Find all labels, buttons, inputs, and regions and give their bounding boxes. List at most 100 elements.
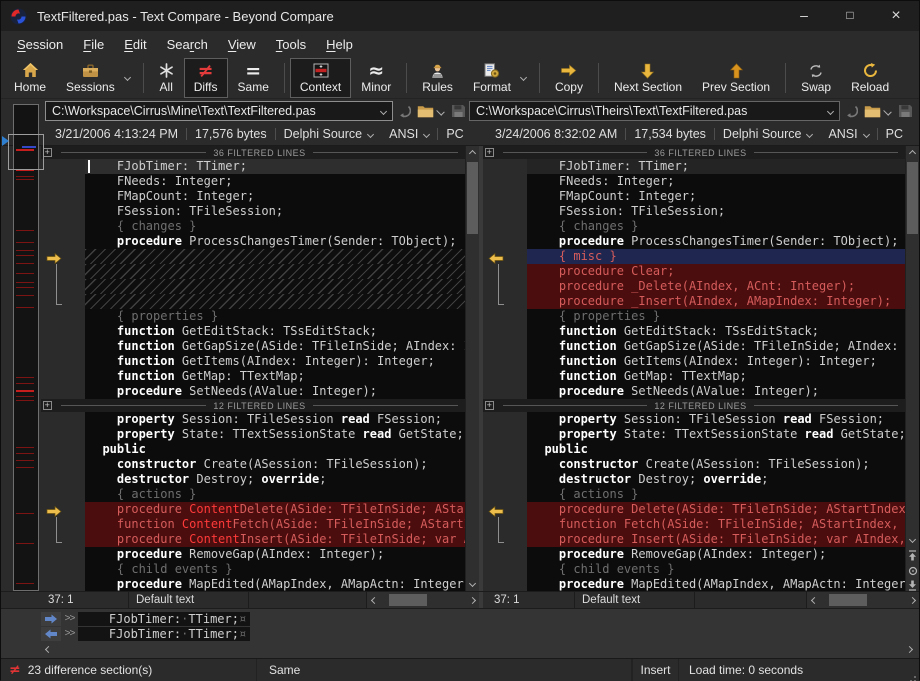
menu-item-file[interactable]: File <box>73 34 114 55</box>
menu-item-edit[interactable]: Edit <box>114 34 156 55</box>
code-line[interactable]: procedure RemoveGap(AIndex: Integer); <box>483 547 905 562</box>
save-left-icon[interactable] <box>448 104 469 118</box>
code-line[interactable]: function Fetch(ASide: TFileInSide; AStar… <box>483 517 905 532</box>
code-line[interactable]: { changes } <box>41 219 465 234</box>
filtered-lines-bar[interactable]: +36 FILTERED LINES <box>483 146 905 159</box>
chevron-down-icon[interactable] <box>436 107 444 115</box>
code-line[interactable]: { actions } <box>41 487 465 502</box>
filtered-lines-bar[interactable]: +12 FILTERED LINES <box>41 399 465 412</box>
right-encoding-dropdown[interactable]: ANSI <box>820 127 876 141</box>
reload-button[interactable]: Reload <box>841 58 899 98</box>
right-vertical-scrollbar[interactable] <box>905 146 919 591</box>
code-line[interactable]: procedure MapEdited(AMapIndex, AMapActn:… <box>41 577 465 591</box>
code-line[interactable]: public <box>483 442 905 457</box>
copy-button[interactable]: Copy <box>545 58 593 98</box>
right-format-dropdown[interactable]: Delphi Source <box>715 127 821 141</box>
code-line[interactable]: function GetGapSize(ASide: TFileInSide; … <box>483 339 905 354</box>
code-line[interactable]: procedure RemoveGap(AIndex: Integer); <box>41 547 465 562</box>
blue-arrow-left-icon[interactable] <box>41 627 61 641</box>
resize-grip[interactable] <box>905 659 919 681</box>
left-encoding-dropdown[interactable]: ANSI <box>381 127 437 141</box>
code-line[interactable]: constructor Create(ASession: TFileSessio… <box>41 457 465 472</box>
code-line[interactable] <box>41 249 465 264</box>
detail-row[interactable]: >> FJobTimer:·TTimer;¤ <box>41 611 917 626</box>
maximize-button[interactable]: □ <box>827 1 873 31</box>
browse-folder-icon[interactable] <box>414 105 437 118</box>
menu-item-session[interactable]: Session <box>7 34 73 55</box>
right-syntax-scheme[interactable]: Default text <box>575 592 695 608</box>
left-editor-pane[interactable]: +36 FILTERED LINES FJobTimer: TTimer; FN… <box>41 146 479 591</box>
same-button[interactable]: =Same <box>228 58 279 98</box>
code-line[interactable]: function GetEditStack: TSsEditStack; <box>41 324 465 339</box>
code-line[interactable]: function GetItems(AIndex: Integer): Inte… <box>483 354 905 369</box>
chevron-down-icon[interactable] <box>827 107 834 114</box>
code-line[interactable]: procedure ContentInsert(ASide: TFileInSi… <box>41 532 465 547</box>
code-line[interactable]: procedure Insert(ASide: TFileInSide; var… <box>483 532 905 547</box>
code-line[interactable]: function GetMap: TTextMap; <box>41 369 465 384</box>
code-line[interactable]: function GetMap: TTextMap; <box>483 369 905 384</box>
code-line[interactable]: public <box>41 442 465 457</box>
menu-item-search[interactable]: Search <box>157 34 218 55</box>
code-line[interactable]: property Session: TFileSession read FSes… <box>483 412 905 427</box>
menu-item-view[interactable]: View <box>218 34 266 55</box>
code-line[interactable]: { misc } <box>483 249 905 264</box>
code-line[interactable]: destructor Destroy; override; <box>483 472 905 487</box>
scroll-left-icon[interactable] <box>41 647 55 652</box>
sessions-button[interactable]: Sessions <box>56 58 138 98</box>
scroll-up-icon[interactable] <box>466 146 480 160</box>
blue-arrow-right-icon[interactable] <box>41 612 61 626</box>
code-line[interactable]: property Session: TFileSession read FSes… <box>41 412 465 427</box>
code-line[interactable]: FJobTimer: TTimer; <box>483 159 905 174</box>
minimap-strip[interactable] <box>13 104 39 591</box>
context-button[interactable]: Context <box>290 58 351 98</box>
scroll-right-icon[interactable] <box>465 598 479 603</box>
code-line[interactable]: { changes } <box>483 219 905 234</box>
code-line[interactable] <box>41 279 465 294</box>
scroll-down-icon[interactable] <box>466 575 480 591</box>
center-current-diff-icon[interactable] <box>906 563 920 579</box>
right-path-combobox[interactable]: C:\Workspace\Cirrus\Theirs\Text\TextFilt… <box>469 101 840 121</box>
menu-item-help[interactable]: Help <box>316 34 363 55</box>
code-line[interactable]: FMapCount: Integer; <box>41 189 465 204</box>
sync-arrow-icon[interactable] <box>393 105 414 118</box>
code-line[interactable]: { properties } <box>483 309 905 324</box>
prev-diff-icon[interactable] <box>906 547 920 563</box>
code-line[interactable]: FSession: TFileSession; <box>483 204 905 219</box>
left-line-endings[interactable]: PC <box>438 127 471 141</box>
minor-button[interactable]: ≈Minor <box>351 58 401 98</box>
left-horizontal-scrollbar[interactable] <box>366 592 479 608</box>
sync-arrow-icon[interactable] <box>840 105 861 118</box>
code-line[interactable]: FNeeds: Integer; <box>41 174 465 189</box>
left-syntax-scheme[interactable]: Default text <box>129 592 249 608</box>
code-line[interactable]: FNeeds: Integer; <box>483 174 905 189</box>
right-horizontal-scrollbar[interactable] <box>806 592 919 608</box>
next-section-button[interactable]: Next Section <box>604 58 692 98</box>
code-line[interactable]: procedure _Insert(AIndex, AMapIndex: Int… <box>483 294 905 309</box>
code-line[interactable]: function GetGapSize(ASide: TFileInSide; … <box>41 339 465 354</box>
scroll-left-icon[interactable] <box>807 598 821 603</box>
code-line[interactable]: property State: TTextSessionState read G… <box>41 427 465 442</box>
save-right-icon[interactable] <box>895 104 916 118</box>
expand-icon[interactable]: + <box>485 401 494 410</box>
left-path-combobox[interactable]: C:\Workspace\Cirrus\Mine\Text\TextFilter… <box>45 101 393 121</box>
code-line[interactable]: procedure MapEdited(AMapIndex, AMapActn:… <box>483 577 905 591</box>
close-button[interactable]: × <box>873 1 919 31</box>
chevron-down-icon[interactable] <box>883 107 891 115</box>
all-button[interactable]: All <box>149 58 184 98</box>
left-format-dropdown[interactable]: Delphi Source <box>276 127 382 141</box>
rules-button[interactable]: Rules <box>412 58 463 98</box>
detail-row[interactable]: >> FJobTimer:·TTimer;¤ <box>41 626 917 641</box>
code-line[interactable]: { actions } <box>483 487 905 502</box>
scroll-up-icon[interactable] <box>906 146 920 160</box>
code-line[interactable]: procedure _Delete(AIndex, ACnt: Integer)… <box>483 279 905 294</box>
code-line[interactable]: procedure ProcessChangesTimer(Sender: TO… <box>41 234 465 249</box>
diff-minimap[interactable] <box>1 100 47 593</box>
code-line[interactable]: procedure Clear; <box>483 264 905 279</box>
right-editor-pane[interactable]: +36 FILTERED LINES FJobTimer: TTimer; FN… <box>483 146 919 591</box>
filtered-lines-bar[interactable]: +12 FILTERED LINES <box>483 399 905 412</box>
code-line[interactable]: { child events } <box>41 562 465 577</box>
code-line[interactable]: FSession: TFileSession; <box>41 204 465 219</box>
code-line[interactable]: procedure ContentDelete(ASide: TFileInSi… <box>41 502 465 517</box>
code-line[interactable]: procedure ProcessChangesTimer(Sender: TO… <box>483 234 905 249</box>
right-line-endings[interactable]: PC <box>878 127 911 141</box>
